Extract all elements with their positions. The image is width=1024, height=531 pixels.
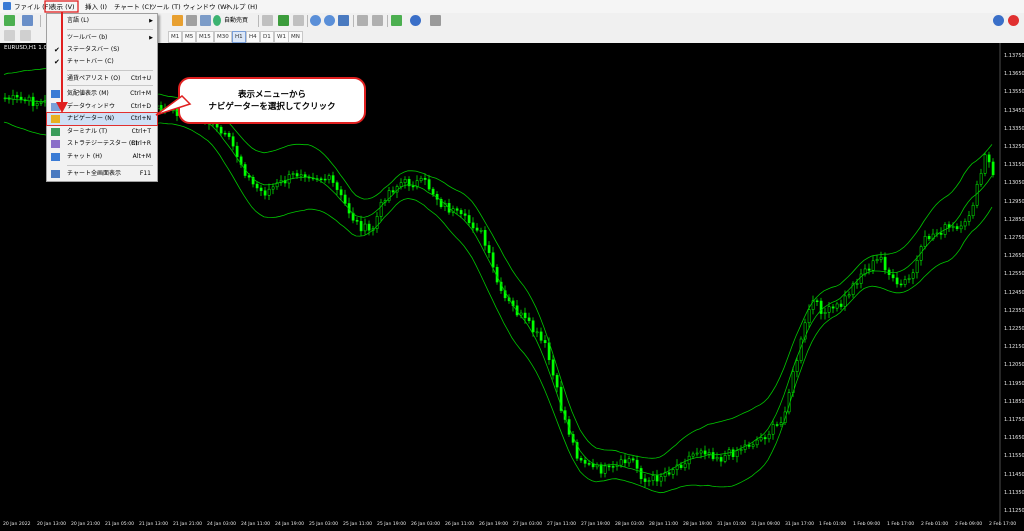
view-menu-highlight-box — [44, 0, 79, 13]
annotation-overlay — [44, 0, 192, 116]
callout-pointer — [155, 95, 192, 116]
annotation-arrowhead — [56, 102, 68, 113]
